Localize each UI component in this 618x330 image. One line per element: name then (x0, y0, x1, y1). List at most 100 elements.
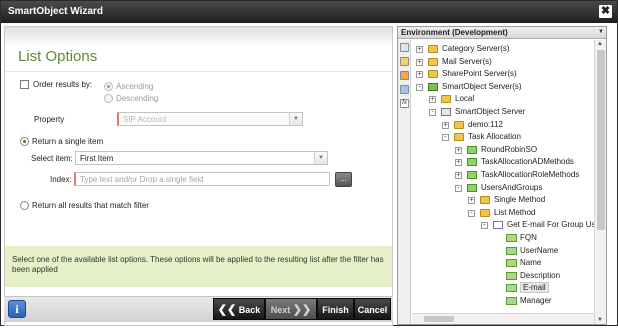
expand-icon[interactable]: + (455, 172, 462, 179)
tree-node-label: TaskAllocationRoleMethods (481, 170, 580, 179)
function-icon[interactable]: fx (400, 99, 409, 108)
return-all-radio[interactable] (20, 201, 29, 210)
server-icon (441, 108, 451, 116)
tree-node-label: SharePoint Server(s) (442, 69, 517, 79)
chevron-down-icon: ▼ (289, 113, 302, 125)
divider (5, 71, 392, 72)
property-icon (506, 234, 517, 242)
scroll-down-icon[interactable]: ▼ (597, 317, 603, 323)
tree-node-label: Category Server(s) (442, 44, 510, 53)
index-placeholder: Type text and/or Drop a single field (80, 175, 204, 184)
property-icon (506, 284, 517, 293)
expand-icon[interactable]: + (455, 159, 462, 167)
folder-icon (428, 45, 438, 53)
horizontal-scrollbar[interactable] (412, 313, 594, 324)
tree-node-label: Get E-mail For Group Users (507, 220, 594, 230)
tree-node-label: SmartObject Server(s) (442, 81, 522, 91)
collapse-icon[interactable]: - (468, 209, 475, 217)
chevron-down-icon[interactable]: ▼ (598, 29, 604, 35)
collapse-icon[interactable]: - (416, 83, 423, 91)
index-input[interactable]: Type text and/or Drop a single field (74, 172, 330, 186)
next-button[interactable]: Next ❯❯ (265, 298, 317, 320)
page-title: List Options (18, 48, 98, 65)
return-single-radio[interactable] (20, 137, 29, 146)
expand-icon[interactable]: + (416, 58, 423, 66)
return-all-label: Return all results that match filter (32, 201, 149, 210)
collapse-icon[interactable]: - (481, 222, 488, 230)
smartobject-icon (467, 158, 477, 167)
vertical-scrollbar[interactable]: ▲ ▼ (594, 40, 606, 324)
expand-icon[interactable]: + (468, 197, 475, 205)
double-chevron-left-icon: ❮❮ (217, 304, 237, 316)
expand-icon[interactable]: + (416, 46, 423, 53)
tree-node-label: TaskAllocationADMethods (481, 157, 574, 167)
smartobject-icon (467, 145, 477, 154)
chevron-down-icon: ▼ (314, 152, 327, 164)
select-item-select[interactable]: First Item ▼ (75, 151, 328, 165)
double-chevron-right-icon: ❯❯ (292, 304, 312, 316)
expand-icon[interactable]: + (442, 121, 449, 129)
environment-header[interactable]: Environment (Development) ▼ (398, 27, 606, 39)
tree-node-label: Manager (520, 296, 552, 305)
index-label: Index: (50, 175, 72, 184)
expand-icon[interactable]: + (455, 146, 462, 154)
descending-label: Descending (116, 94, 159, 103)
object-browser-icon[interactable] (400, 57, 409, 66)
tree-node-label: Task Allocation (468, 132, 521, 142)
expand-icon[interactable]: + (429, 96, 436, 104)
tree-node-label: SmartObject Server (455, 107, 526, 116)
order-results-label: Order results by: (33, 80, 93, 89)
tree-node-label: E-mail (520, 282, 549, 294)
tree-node-label: List Method (494, 207, 536, 217)
scroll-thumb[interactable] (597, 50, 605, 230)
tree-node-label: FQN (520, 233, 537, 242)
tree-node-label: Mail Server(s) (442, 56, 492, 66)
tree-node-label: Single Method (494, 195, 546, 205)
expand-icon[interactable]: + (416, 71, 423, 79)
button-bar: i ❮❮ Back Next ❯❯ Finish Cancel (4, 296, 393, 322)
tree-node-label: UserName (520, 245, 559, 255)
info-text: Select one of the available list options… (12, 255, 384, 274)
property-label: Property (34, 115, 65, 124)
tree-node-label: Name (520, 258, 542, 268)
wizard-window: SmartObject Wizard ✖ List Options Order … (0, 0, 618, 326)
select-item-label: Select item: (31, 154, 73, 163)
folder-icon (480, 208, 490, 217)
environment-panel: Environment (Development) ▼ fx + Category… (397, 26, 607, 325)
scroll-thumb[interactable] (424, 316, 454, 322)
cancel-button[interactable]: Cancel (354, 298, 391, 320)
tree-node-label: demo:112 (468, 119, 503, 129)
order-results-checkbox[interactable] (20, 80, 29, 89)
collapse-icon[interactable]: - (442, 134, 449, 142)
context-browser-icon[interactable] (400, 43, 409, 52)
property-select[interactable]: SIP Account ▼ (117, 112, 303, 126)
info-message: Select one of the available list options… (5, 246, 392, 287)
smartobject-icon (467, 171, 477, 179)
ascending-radio[interactable] (104, 82, 113, 91)
folder-icon (441, 95, 451, 104)
close-icon[interactable]: ✖ (599, 5, 612, 18)
scroll-up-icon[interactable]: ▲ (597, 41, 603, 47)
list-options-panel: List Options Order results by: Ascending… (4, 26, 393, 326)
collapse-icon[interactable]: - (455, 184, 462, 192)
tool-strip: fx (398, 40, 411, 324)
back-button[interactable]: ❮❮ Back (213, 298, 265, 320)
tree-node-label: Local (455, 94, 475, 104)
folder-icon (454, 120, 464, 129)
collapse-icon[interactable]: - (429, 109, 436, 116)
info-icon[interactable]: i (8, 300, 26, 318)
window-title: SmartObject Wizard (8, 6, 103, 17)
browse-button[interactable]: ... (335, 172, 352, 187)
environment-icon[interactable] (400, 85, 409, 94)
folder-icon (454, 133, 464, 142)
folder-icon (428, 70, 438, 79)
workflow-icon[interactable] (400, 71, 409, 80)
environment-tree: + Category Server(s) + Mail Server(s) + Share… (412, 41, 594, 313)
tree-node-label: Description (520, 270, 561, 280)
property-placeholder: SIP Account (123, 115, 167, 124)
folder-icon (428, 57, 438, 66)
finish-button[interactable]: Finish (317, 298, 354, 320)
descending-radio[interactable] (104, 94, 113, 103)
select-item-value: First Item (80, 154, 114, 163)
property-icon (506, 297, 517, 305)
